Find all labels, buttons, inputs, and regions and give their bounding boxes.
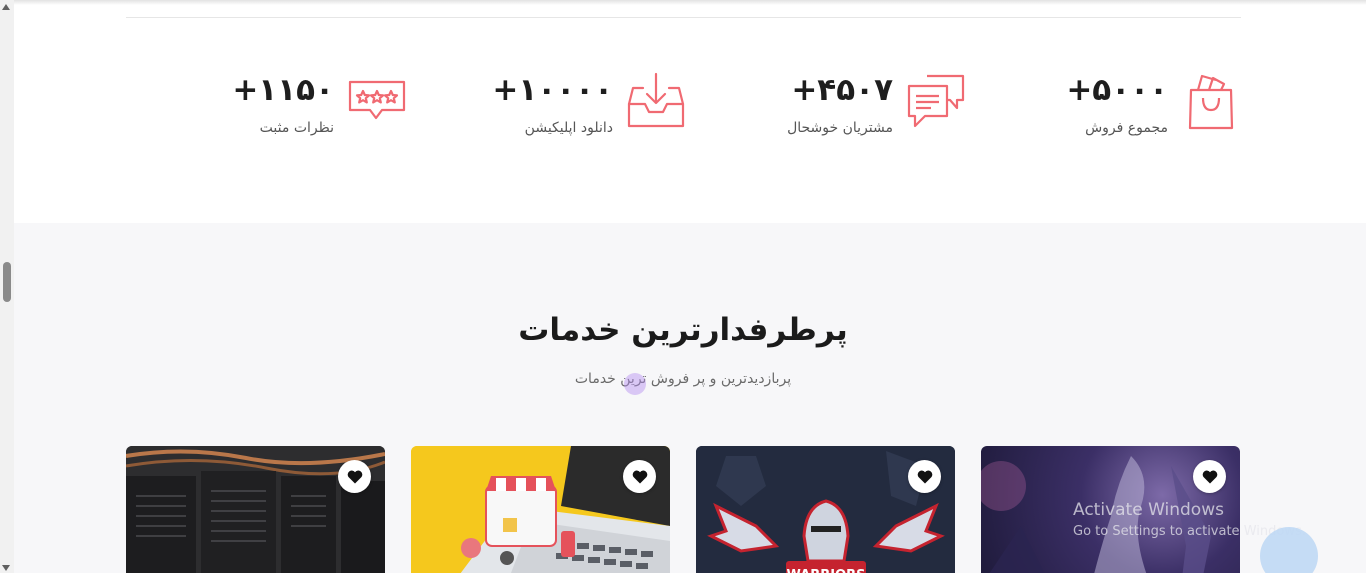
section-subtitle: پربازدیدترین و پر فروش ترین خدمات	[574, 371, 792, 387]
stat-label: دانلود اپلیکیشن	[524, 120, 613, 136]
page-scrollbar[interactable]	[0, 0, 14, 573]
section-divider	[126, 17, 1241, 18]
favorite-button[interactable]	[623, 460, 656, 493]
mouse-cursor-highlight	[624, 373, 646, 395]
download-tray-icon	[627, 72, 685, 130]
service-card[interactable]	[126, 446, 385, 573]
section-title: پرطرفدارترین خدمات	[518, 312, 848, 348]
scroll-up-arrow-icon[interactable]	[2, 4, 10, 10]
heart-icon	[347, 470, 362, 483]
stat-number: +۴۵۰۷	[791, 72, 893, 108]
stat-total-sales: +۵۰۰۰ مجموع فروش	[1050, 72, 1240, 142]
chat-bubbles-icon	[907, 72, 965, 130]
scroll-down-arrow-icon[interactable]	[2, 565, 10, 571]
stat-number: +۱۱۵۰	[232, 72, 334, 108]
rating-stars-icon	[348, 72, 406, 130]
heart-icon	[1202, 470, 1217, 483]
service-card[interactable]: WARRIORS	[696, 446, 955, 573]
favorite-button[interactable]	[338, 460, 371, 493]
service-card[interactable]	[411, 446, 670, 573]
svg-text:WARRIORS: WARRIORS	[786, 568, 865, 573]
stat-label: نظرات مثبت	[259, 120, 334, 136]
watermark-title: Activate Windows	[1073, 500, 1224, 520]
heart-icon	[917, 470, 932, 483]
stat-label: مشتریان خوشحال	[787, 120, 893, 136]
shopping-bag-icon	[1182, 72, 1240, 130]
stat-happy-customers: +۴۵۰۷ مشتریان خوشحال	[760, 72, 965, 142]
favorite-button[interactable]	[1193, 460, 1226, 493]
stat-label: مجموع فروش	[1085, 120, 1168, 136]
stat-number: +۵۰۰۰	[1066, 72, 1168, 108]
header-shadow	[14, 0, 1366, 5]
favorite-button[interactable]	[908, 460, 941, 493]
heart-icon	[632, 470, 647, 483]
scrollbar-thumb[interactable]	[3, 262, 11, 302]
stat-positive-reviews: +۱۱۵۰ نظرات مثبت	[232, 72, 406, 142]
stat-number: +۱۰۰۰۰	[492, 72, 613, 108]
stat-app-downloads: +۱۰۰۰۰ دانلود اپلیکیشن	[492, 72, 685, 142]
